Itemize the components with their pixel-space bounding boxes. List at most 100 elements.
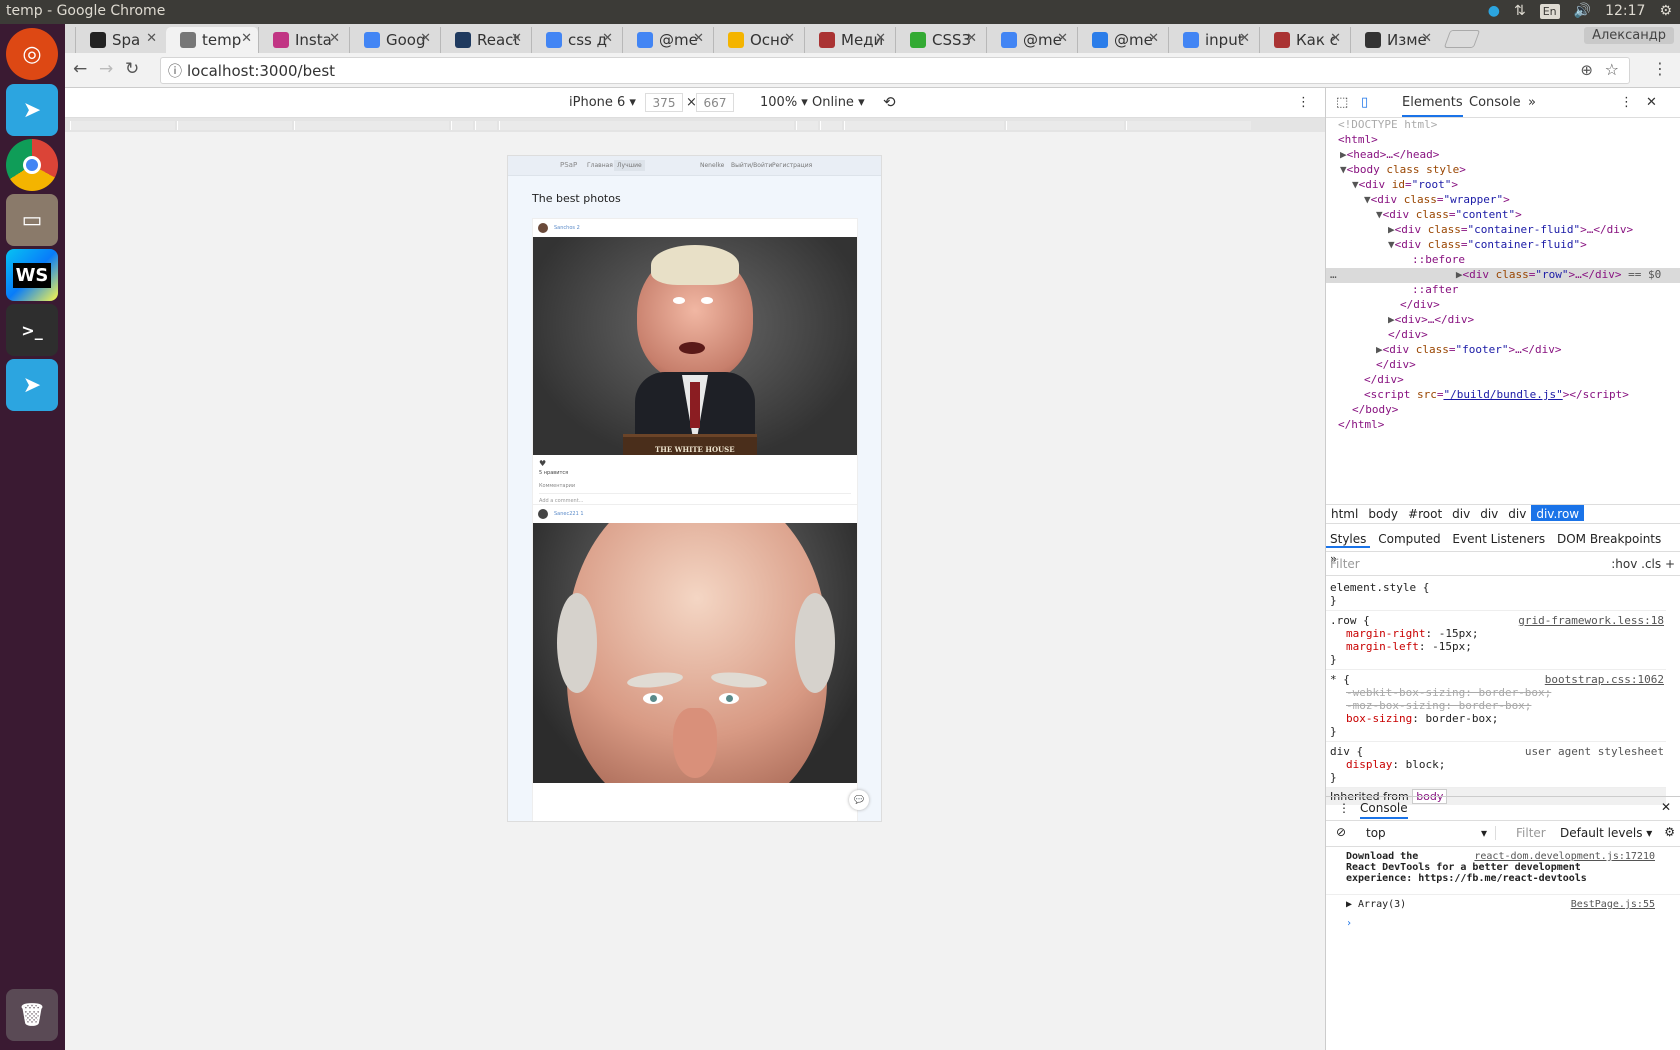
- tab-close-icon[interactable]: ✕: [420, 31, 431, 46]
- tab-close-icon[interactable]: ✕: [146, 31, 157, 46]
- bookmark-star-icon[interactable]: ☆: [1605, 60, 1619, 79]
- clock[interactable]: 12:17: [1605, 3, 1645, 19]
- comments-label[interactable]: Комментарии: [539, 483, 851, 489]
- crumb-div[interactable]: div: [1503, 505, 1531, 521]
- reload-icon[interactable]: ↻: [125, 59, 139, 79]
- info-icon[interactable]: ⓘ: [168, 61, 182, 81]
- webstorm-icon[interactable]: WS: [6, 249, 58, 301]
- browser-tab[interactable]: Insta ✕: [258, 27, 346, 53]
- chrome-icon[interactable]: [6, 139, 58, 191]
- nav-link-register[interactable]: Регистрация: [772, 162, 812, 169]
- language-indicator[interactable]: En: [1539, 3, 1560, 19]
- browser-tab[interactable]: Осно ✕: [713, 27, 801, 53]
- devtools-menu-icon[interactable]: ⋮: [1620, 95, 1633, 110]
- tab-close-icon[interactable]: ✕: [241, 31, 252, 46]
- tab-event-listeners[interactable]: Event Listeners: [1448, 528, 1549, 546]
- tab-close-icon[interactable]: ✕: [875, 31, 886, 46]
- crumb-root[interactable]: #root: [1403, 505, 1447, 521]
- post-username[interactable]: Sanec221 1: [554, 511, 584, 517]
- inspect-element-icon[interactable]: ⬚: [1336, 95, 1348, 110]
- ubuntu-icon[interactable]: ◎: [6, 28, 58, 80]
- device-menu-icon[interactable]: ⋮: [1297, 95, 1310, 110]
- heart-icon[interactable]: ♥: [539, 459, 851, 468]
- terminal-icon[interactable]: >_: [6, 304, 58, 356]
- context-select[interactable]: top: [1366, 826, 1496, 840]
- crumb-div[interactable]: div: [1447, 505, 1475, 521]
- browser-tab[interactable]: @me ✕: [1077, 27, 1165, 53]
- styles-filter-input[interactable]: Filter: [1330, 557, 1360, 571]
- hov-cls-buttons[interactable]: :hov .cls +: [1611, 557, 1675, 571]
- rotate-icon[interactable]: ⟲: [883, 93, 896, 111]
- browser-tab[interactable]: input ✕: [1168, 27, 1256, 53]
- close-devtools-icon[interactable]: ✕: [1646, 95, 1657, 110]
- browser-tab[interactable]: Меди ✕: [804, 27, 892, 53]
- post-username[interactable]: Sanchos 2: [554, 225, 580, 231]
- telegram-icon[interactable]: ➤: [6, 84, 58, 136]
- crumb-div-row[interactable]: div.row: [1531, 505, 1585, 521]
- more-tabs-icon[interactable]: »: [1528, 95, 1536, 110]
- tab-close-icon[interactable]: ✕: [966, 31, 977, 46]
- device-toggle-icon[interactable]: ▯: [1361, 95, 1368, 110]
- browser-tab[interactable]: @me ✕: [986, 27, 1074, 53]
- volume-icon[interactable]: 🔊: [1574, 3, 1591, 19]
- files-icon[interactable]: ▭: [6, 194, 58, 246]
- url-text[interactable]: localhost:3000/best: [187, 62, 335, 80]
- network-icon[interactable]: ⇅: [1514, 3, 1526, 19]
- forward-icon[interactable]: →: [99, 59, 113, 79]
- dom-tree[interactable]: <!DOCTYPE html> <html> ▶<head>…</head> ▼…: [1326, 118, 1680, 488]
- console-source-link[interactable]: BestPage.js:55: [1571, 899, 1655, 910]
- console-tab[interactable]: Console: [1360, 801, 1408, 819]
- device-select[interactable]: iPhone 6 ▾: [569, 95, 636, 110]
- tab-computed[interactable]: Computed: [1374, 528, 1444, 546]
- drawer-menu-icon[interactable]: ⋮: [1338, 801, 1350, 815]
- tab-close-icon[interactable]: ✕: [1239, 31, 1250, 46]
- nav-link-profile[interactable]: Nenelke: [700, 162, 724, 169]
- crumb-div[interactable]: div: [1475, 505, 1503, 521]
- browser-tab[interactable]: React ✕: [440, 27, 528, 53]
- browser-tab[interactable]: CSS3 ✕: [895, 27, 983, 53]
- context-dropdown-icon[interactable]: ▾: [1481, 826, 1487, 840]
- tab-console[interactable]: Console: [1469, 95, 1521, 110]
- tab-close-icon[interactable]: ✕: [1148, 31, 1159, 46]
- tab-close-icon[interactable]: ✕: [784, 31, 795, 46]
- crumb-html[interactable]: html: [1326, 505, 1363, 521]
- console-prompt[interactable]: ›: [1326, 914, 1680, 933]
- app-brand[interactable]: PSaP: [560, 161, 577, 169]
- device-height-input[interactable]: 667: [696, 93, 734, 112]
- settings-gear-icon[interactable]: ⚙: [1659, 3, 1672, 19]
- browser-tab[interactable]: Изме ✕: [1350, 27, 1438, 53]
- nav-link-best[interactable]: Лучшие: [614, 160, 645, 171]
- tab-dom-breakpoints[interactable]: DOM Breakpoints: [1553, 528, 1665, 546]
- chat-bubble-button[interactable]: 💬: [849, 790, 869, 810]
- back-icon[interactable]: ←: [73, 59, 87, 79]
- tab-close-icon[interactable]: ✕: [693, 31, 704, 46]
- media-query-ruler[interactable]: [65, 118, 1325, 132]
- zoom-icon[interactable]: ⊕: [1580, 61, 1593, 79]
- close-drawer-icon[interactable]: ✕: [1661, 800, 1671, 814]
- network-select[interactable]: Online ▾: [812, 95, 865, 110]
- telegram-icon[interactable]: ➤: [6, 359, 58, 411]
- address-bar[interactable]: ⓘ localhost:3000/best ⊕ ☆: [160, 57, 1630, 84]
- crumb-body[interactable]: body: [1363, 505, 1403, 521]
- browser-tab[interactable]: Spa ✕: [75, 27, 163, 53]
- device-width-input[interactable]: 375: [645, 93, 683, 112]
- tab-close-icon[interactable]: ✕: [511, 31, 522, 46]
- chrome-menu-icon[interactable]: ⋮: [1652, 59, 1668, 78]
- tab-styles[interactable]: Styles: [1326, 528, 1371, 548]
- browser-tab[interactable]: Как с ✕: [1259, 27, 1347, 53]
- avatar[interactable]: [538, 223, 548, 233]
- profile-button[interactable]: Александр: [1584, 27, 1674, 44]
- browser-tab[interactable]: temp ✕: [166, 27, 258, 53]
- browser-tab[interactable]: @me ✕: [622, 27, 710, 53]
- array-log[interactable]: ▶ Array(3): [1346, 899, 1406, 910]
- tab-close-icon[interactable]: ✕: [329, 31, 340, 46]
- console-settings-icon[interactable]: ⚙: [1664, 825, 1675, 839]
- post-photo[interactable]: [533, 523, 857, 783]
- console-source-link[interactable]: react-dom.development.js:17210: [1474, 851, 1655, 862]
- avatar[interactable]: [538, 509, 548, 519]
- levels-select[interactable]: Default levels ▾: [1560, 826, 1652, 840]
- trash-icon[interactable]: 🗑: [6, 989, 58, 1041]
- telegram-tray-icon[interactable]: ●: [1488, 3, 1500, 19]
- tab-elements[interactable]: Elements: [1402, 95, 1463, 117]
- zoom-select[interactable]: 100% ▾: [760, 95, 808, 110]
